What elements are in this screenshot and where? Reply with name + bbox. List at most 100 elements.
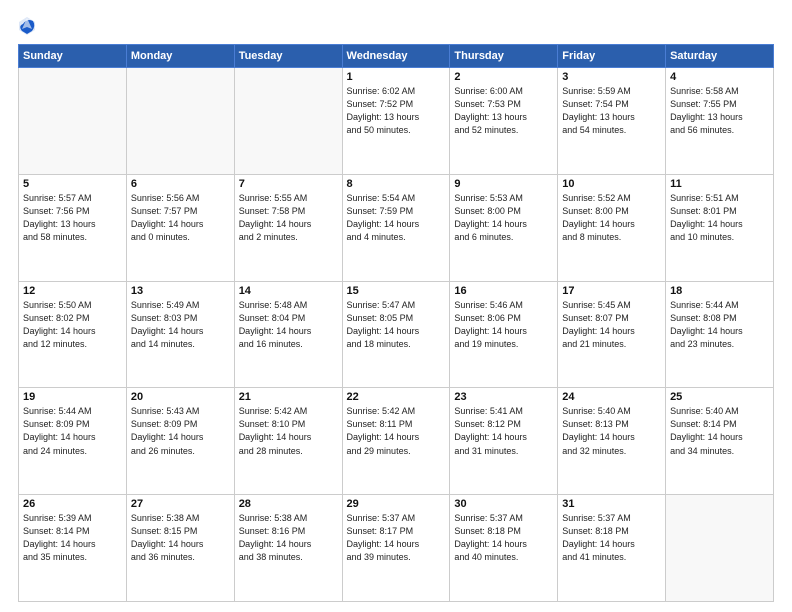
weekday-header-wednesday: Wednesday bbox=[342, 45, 450, 68]
day-number: 7 bbox=[239, 178, 338, 190]
day-info: Sunrise: 5:52 AM Sunset: 8:00 PM Dayligh… bbox=[562, 192, 661, 244]
day-info: Sunrise: 5:38 AM Sunset: 8:16 PM Dayligh… bbox=[239, 512, 338, 564]
day-number: 21 bbox=[239, 391, 338, 403]
day-info: Sunrise: 5:51 AM Sunset: 8:01 PM Dayligh… bbox=[670, 192, 769, 244]
day-number: 26 bbox=[23, 498, 122, 510]
day-info: Sunrise: 5:55 AM Sunset: 7:58 PM Dayligh… bbox=[239, 192, 338, 244]
week-row-1: 1Sunrise: 6:02 AM Sunset: 7:52 PM Daylig… bbox=[19, 68, 774, 175]
day-info: Sunrise: 5:57 AM Sunset: 7:56 PM Dayligh… bbox=[23, 192, 122, 244]
week-row-2: 5 Sunrise: 5:57 AM Sunset: 7:56 PM Daylig… bbox=[19, 174, 774, 281]
calendar-cell: 31Sunrise: 5:37 AM Sunset: 8:18 PM Dayli… bbox=[558, 495, 666, 602]
day-number: 30 bbox=[454, 498, 553, 510]
day-number: 13 bbox=[131, 285, 230, 297]
day-number: 14 bbox=[239, 285, 338, 297]
day-number: 2 bbox=[454, 71, 553, 83]
day-number: 6 bbox=[131, 178, 230, 190]
day-number: 16 bbox=[454, 285, 553, 297]
calendar-cell: 1Sunrise: 6:02 AM Sunset: 7:52 PM Daylig… bbox=[342, 68, 450, 175]
calendar-cell: 27 Sunrise: 5:38 AM Sunset: 8:15 PM Dayli… bbox=[126, 495, 234, 602]
calendar-cell: 21 Sunrise: 5:42 AM Sunset: 8:10 PM Dayli… bbox=[234, 388, 342, 495]
page: SundayMondayTuesdayWednesdayThursdayFrid… bbox=[0, 0, 792, 612]
day-number: 12 bbox=[23, 285, 122, 297]
day-info: Sunrise: 5:43 AM Sunset: 8:09 PM Dayligh… bbox=[131, 405, 230, 457]
day-number: 10 bbox=[562, 178, 661, 190]
calendar-cell: 4 Sunrise: 5:58 AM Sunset: 7:55 PM Daylig… bbox=[666, 68, 774, 175]
day-number: 27 bbox=[131, 498, 230, 510]
calendar-cell: 28 Sunrise: 5:38 AM Sunset: 8:16 PM Dayli… bbox=[234, 495, 342, 602]
calendar-cell: 16 Sunrise: 5:46 AM Sunset: 8:06 PM Dayli… bbox=[450, 281, 558, 388]
calendar-cell: 17 Sunrise: 5:45 AM Sunset: 8:07 PM Dayli… bbox=[558, 281, 666, 388]
calendar-cell bbox=[234, 68, 342, 175]
calendar-cell: 24 Sunrise: 5:40 AM Sunset: 8:13 PM Dayli… bbox=[558, 388, 666, 495]
day-number: 29 bbox=[347, 498, 446, 510]
header bbox=[18, 16, 774, 36]
day-number: 22 bbox=[347, 391, 446, 403]
logo bbox=[18, 16, 39, 36]
calendar-cell: 14Sunrise: 5:48 AM Sunset: 8:04 PM Dayli… bbox=[234, 281, 342, 388]
day-info: Sunrise: 5:39 AM Sunset: 8:14 PM Dayligh… bbox=[23, 512, 122, 564]
calendar-cell: 3 Sunrise: 5:59 AM Sunset: 7:54 PM Daylig… bbox=[558, 68, 666, 175]
day-number: 9 bbox=[454, 178, 553, 190]
day-info: Sunrise: 5:50 AM Sunset: 8:02 PM Dayligh… bbox=[23, 299, 122, 351]
day-number: 28 bbox=[239, 498, 338, 510]
day-info: Sunrise: 5:58 AM Sunset: 7:55 PM Dayligh… bbox=[670, 85, 769, 137]
week-row-3: 12 Sunrise: 5:50 AM Sunset: 8:02 PM Dayli… bbox=[19, 281, 774, 388]
day-number: 17 bbox=[562, 285, 661, 297]
day-number: 24 bbox=[562, 391, 661, 403]
calendar-cell: 19 Sunrise: 5:44 AM Sunset: 8:09 PM Dayli… bbox=[19, 388, 127, 495]
weekday-header-tuesday: Tuesday bbox=[234, 45, 342, 68]
day-info: Sunrise: 5:37 AM Sunset: 8:18 PM Dayligh… bbox=[454, 512, 553, 564]
calendar-cell: 13 Sunrise: 5:49 AM Sunset: 8:03 PM Dayli… bbox=[126, 281, 234, 388]
calendar-cell: 25 Sunrise: 5:40 AM Sunset: 8:14 PM Dayli… bbox=[666, 388, 774, 495]
calendar-cell: 20Sunrise: 5:43 AM Sunset: 8:09 PM Dayli… bbox=[126, 388, 234, 495]
day-info: Sunrise: 5:54 AM Sunset: 7:59 PM Dayligh… bbox=[347, 192, 446, 244]
calendar-cell: 8 Sunrise: 5:54 AM Sunset: 7:59 PM Daylig… bbox=[342, 174, 450, 281]
day-number: 15 bbox=[347, 285, 446, 297]
day-number: 31 bbox=[562, 498, 661, 510]
weekday-header-friday: Friday bbox=[558, 45, 666, 68]
calendar-cell: 23Sunrise: 5:41 AM Sunset: 8:12 PM Dayli… bbox=[450, 388, 558, 495]
calendar-cell: 11Sunrise: 5:51 AM Sunset: 8:01 PM Dayli… bbox=[666, 174, 774, 281]
day-info: Sunrise: 6:00 AM Sunset: 7:53 PM Dayligh… bbox=[454, 85, 553, 137]
day-info: Sunrise: 6:02 AM Sunset: 7:52 PM Dayligh… bbox=[347, 85, 446, 137]
day-info: Sunrise: 5:47 AM Sunset: 8:05 PM Dayligh… bbox=[347, 299, 446, 351]
calendar-cell: 29 Sunrise: 5:37 AM Sunset: 8:17 PM Dayli… bbox=[342, 495, 450, 602]
day-info: Sunrise: 5:42 AM Sunset: 8:10 PM Dayligh… bbox=[239, 405, 338, 457]
logo-icon bbox=[18, 16, 36, 36]
day-info: Sunrise: 5:40 AM Sunset: 8:13 PM Dayligh… bbox=[562, 405, 661, 457]
day-number: 5 bbox=[23, 178, 122, 190]
day-number: 3 bbox=[562, 71, 661, 83]
calendar-cell: 7 Sunrise: 5:55 AM Sunset: 7:58 PM Daylig… bbox=[234, 174, 342, 281]
day-info: Sunrise: 5:40 AM Sunset: 8:14 PM Dayligh… bbox=[670, 405, 769, 457]
day-info: Sunrise: 5:37 AM Sunset: 8:17 PM Dayligh… bbox=[347, 512, 446, 564]
calendar-table: SundayMondayTuesdayWednesdayThursdayFrid… bbox=[18, 44, 774, 602]
calendar-cell: 26 Sunrise: 5:39 AM Sunset: 8:14 PM Dayli… bbox=[19, 495, 127, 602]
calendar-cell: 10 Sunrise: 5:52 AM Sunset: 8:00 PM Dayli… bbox=[558, 174, 666, 281]
calendar-cell: 15 Sunrise: 5:47 AM Sunset: 8:05 PM Dayli… bbox=[342, 281, 450, 388]
day-info: Sunrise: 5:42 AM Sunset: 8:11 PM Dayligh… bbox=[347, 405, 446, 457]
calendar-cell: 2 Sunrise: 6:00 AM Sunset: 7:53 PM Daylig… bbox=[450, 68, 558, 175]
calendar-cell: 12 Sunrise: 5:50 AM Sunset: 8:02 PM Dayli… bbox=[19, 281, 127, 388]
day-info: Sunrise: 5:45 AM Sunset: 8:07 PM Dayligh… bbox=[562, 299, 661, 351]
weekday-header-saturday: Saturday bbox=[666, 45, 774, 68]
day-info: Sunrise: 5:59 AM Sunset: 7:54 PM Dayligh… bbox=[562, 85, 661, 137]
day-number: 4 bbox=[670, 71, 769, 83]
day-info: Sunrise: 5:46 AM Sunset: 8:06 PM Dayligh… bbox=[454, 299, 553, 351]
day-info: Sunrise: 5:44 AM Sunset: 8:09 PM Dayligh… bbox=[23, 405, 122, 457]
calendar-cell: 9Sunrise: 5:53 AM Sunset: 8:00 PM Daylig… bbox=[450, 174, 558, 281]
day-number: 19 bbox=[23, 391, 122, 403]
day-number: 8 bbox=[347, 178, 446, 190]
weekday-header-thursday: Thursday bbox=[450, 45, 558, 68]
calendar-cell bbox=[19, 68, 127, 175]
calendar-cell: 30 Sunrise: 5:37 AM Sunset: 8:18 PM Dayli… bbox=[450, 495, 558, 602]
day-info: Sunrise: 5:49 AM Sunset: 8:03 PM Dayligh… bbox=[131, 299, 230, 351]
weekday-header-row: SundayMondayTuesdayWednesdayThursdayFrid… bbox=[19, 45, 774, 68]
calendar-cell bbox=[126, 68, 234, 175]
day-info: Sunrise: 5:44 AM Sunset: 8:08 PM Dayligh… bbox=[670, 299, 769, 351]
day-info: Sunrise: 5:38 AM Sunset: 8:15 PM Dayligh… bbox=[131, 512, 230, 564]
day-info: Sunrise: 5:41 AM Sunset: 8:12 PM Dayligh… bbox=[454, 405, 553, 457]
calendar-cell: 5 Sunrise: 5:57 AM Sunset: 7:56 PM Daylig… bbox=[19, 174, 127, 281]
weekday-header-sunday: Sunday bbox=[19, 45, 127, 68]
day-number: 25 bbox=[670, 391, 769, 403]
calendar-cell: 22 Sunrise: 5:42 AM Sunset: 8:11 PM Dayli… bbox=[342, 388, 450, 495]
